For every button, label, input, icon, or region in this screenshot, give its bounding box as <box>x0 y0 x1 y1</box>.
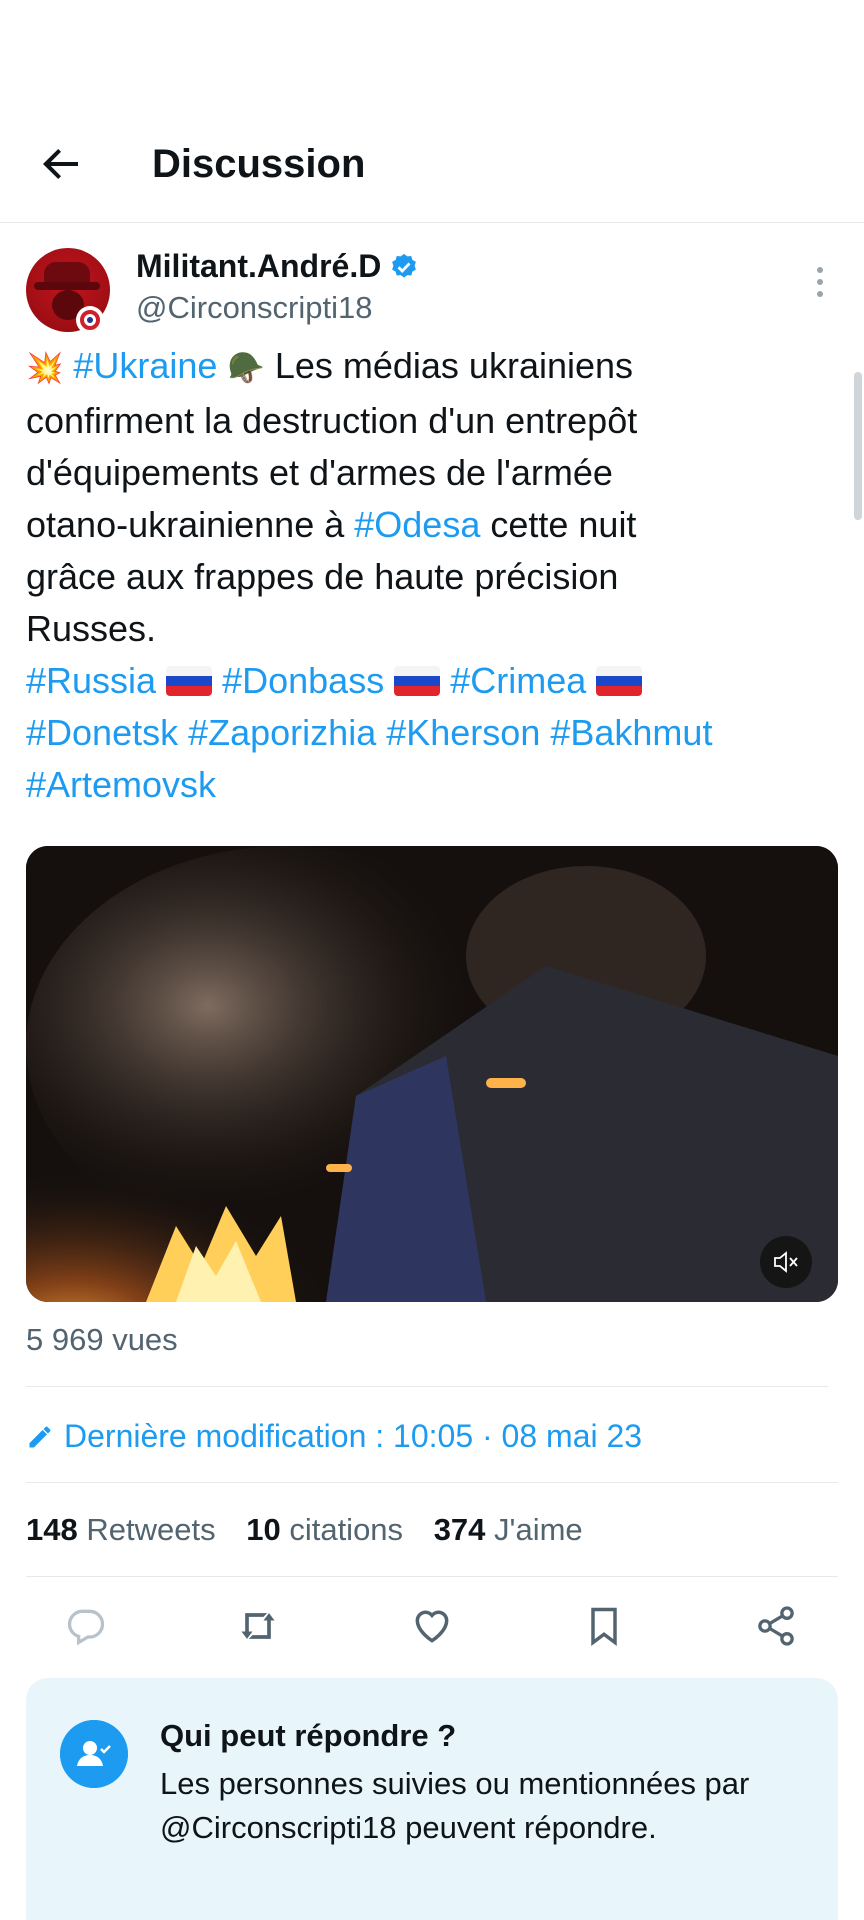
quotes-label: citations <box>289 1512 404 1547</box>
reply-restriction-card: Qui peut répondre ? Les personnes suivie… <box>26 1678 838 1920</box>
reply-icon[interactable] <box>64 1604 108 1648</box>
divider <box>26 1576 838 1577</box>
like-icon[interactable] <box>410 1604 454 1648</box>
pencil-icon <box>29 1426 51 1447</box>
retweet-icon[interactable] <box>236 1604 280 1648</box>
tweet-text-line: otano-ukrainienne à <box>26 504 355 545</box>
arrow-left-icon[interactable] <box>36 140 84 188</box>
retweets-count: 148 <box>26 1512 78 1547</box>
retweets-stat[interactable]: 148 Retweets <box>26 1512 216 1547</box>
russia-flag-icon <box>394 666 441 696</box>
helmet-emoji-icon: 🪖 <box>227 351 265 386</box>
video-frame-fire <box>26 846 838 1302</box>
tweet-text-line: confirment la destruction d'un entrepôt <box>26 400 638 441</box>
hashtag-odesa[interactable]: #Odesa <box>354 504 480 545</box>
quotes-stat[interactable]: 10 citations <box>246 1512 403 1547</box>
page-title: Discussion <box>152 142 366 186</box>
view-count: 5 969 vues <box>26 1322 178 1357</box>
russia-flag-icon <box>166 666 213 696</box>
likes-count: 374 <box>433 1512 486 1547</box>
reply-restriction-title: Qui peut répondre ? <box>160 1718 457 1753</box>
divider <box>26 1482 838 1483</box>
hashtag-donetsk[interactable]: #Donetsk <box>26 712 178 753</box>
author-handle[interactable]: @Circonscripti18 <box>136 290 372 326</box>
author-name[interactable]: Militant.André.D <box>136 248 381 285</box>
tweet-text-line: cette nuit <box>480 504 637 545</box>
likes-label: J'aime <box>494 1512 583 1547</box>
hashtag-russia[interactable]: #Russia <box>26 660 156 701</box>
tweet-text-line: grâce aux frappes de haute précision <box>26 556 619 597</box>
top-app-bar: Discussion <box>0 110 864 223</box>
hashtag-zaporizhia[interactable]: #Zaporizhia <box>188 712 376 753</box>
hashtag-donbass[interactable]: #Donbass <box>222 660 384 701</box>
edit-history-link[interactable]: Dernière modification : 10:05 · 08 mai 2… <box>26 1418 642 1455</box>
quotes-count: 10 <box>246 1512 281 1547</box>
volume-mute-icon[interactable] <box>760 1236 812 1288</box>
hashtag-artemovsk[interactable]: #Artemovsk <box>26 764 216 805</box>
more-vertical-icon[interactable] <box>808 262 832 302</box>
collision-emoji-icon: 💥 <box>26 351 64 386</box>
divider <box>26 1386 828 1387</box>
hashtag-crimea[interactable]: #Crimea <box>450 660 586 701</box>
avatar-badge-icon <box>76 306 104 334</box>
tweet-text-line: Les médias ukrainiens <box>264 345 634 386</box>
reply-restriction-description: Les personnes suivies ou mentionnées par… <box>160 1766 750 1845</box>
tweet-text-line: Russes. <box>26 608 157 649</box>
scrollbar[interactable] <box>854 372 862 520</box>
share-icon[interactable] <box>754 1604 798 1648</box>
user-check-icon <box>60 1720 128 1788</box>
engagement-stats: 148 Retweets 10 citations 374 J'aime <box>26 1512 583 1548</box>
tweet-text-line: d'équipements et d'armes de l'armée <box>26 452 613 493</box>
edit-history-label[interactable]: Dernière modification : 10:05 · 08 mai 2… <box>64 1418 642 1455</box>
russia-flag-icon <box>596 666 643 696</box>
bookmark-icon[interactable] <box>582 1604 626 1648</box>
author-name-row[interactable]: Militant.André.D <box>136 248 419 285</box>
retweets-label: Retweets <box>86 1512 216 1547</box>
hashtag-bakhmut[interactable]: #Bakhmut <box>550 712 712 753</box>
tweet-video[interactable] <box>26 846 838 1302</box>
likes-stat[interactable]: 374 J'aime <box>434 1512 583 1547</box>
verified-badge-icon <box>392 253 417 278</box>
hashtag-ukraine[interactable]: #Ukraine <box>73 345 217 386</box>
tweet-text: 💥 #Ukraine 🪖 Les médias ukrainiens confi… <box>26 340 846 811</box>
hashtag-kherson[interactable]: #Kherson <box>386 712 540 753</box>
